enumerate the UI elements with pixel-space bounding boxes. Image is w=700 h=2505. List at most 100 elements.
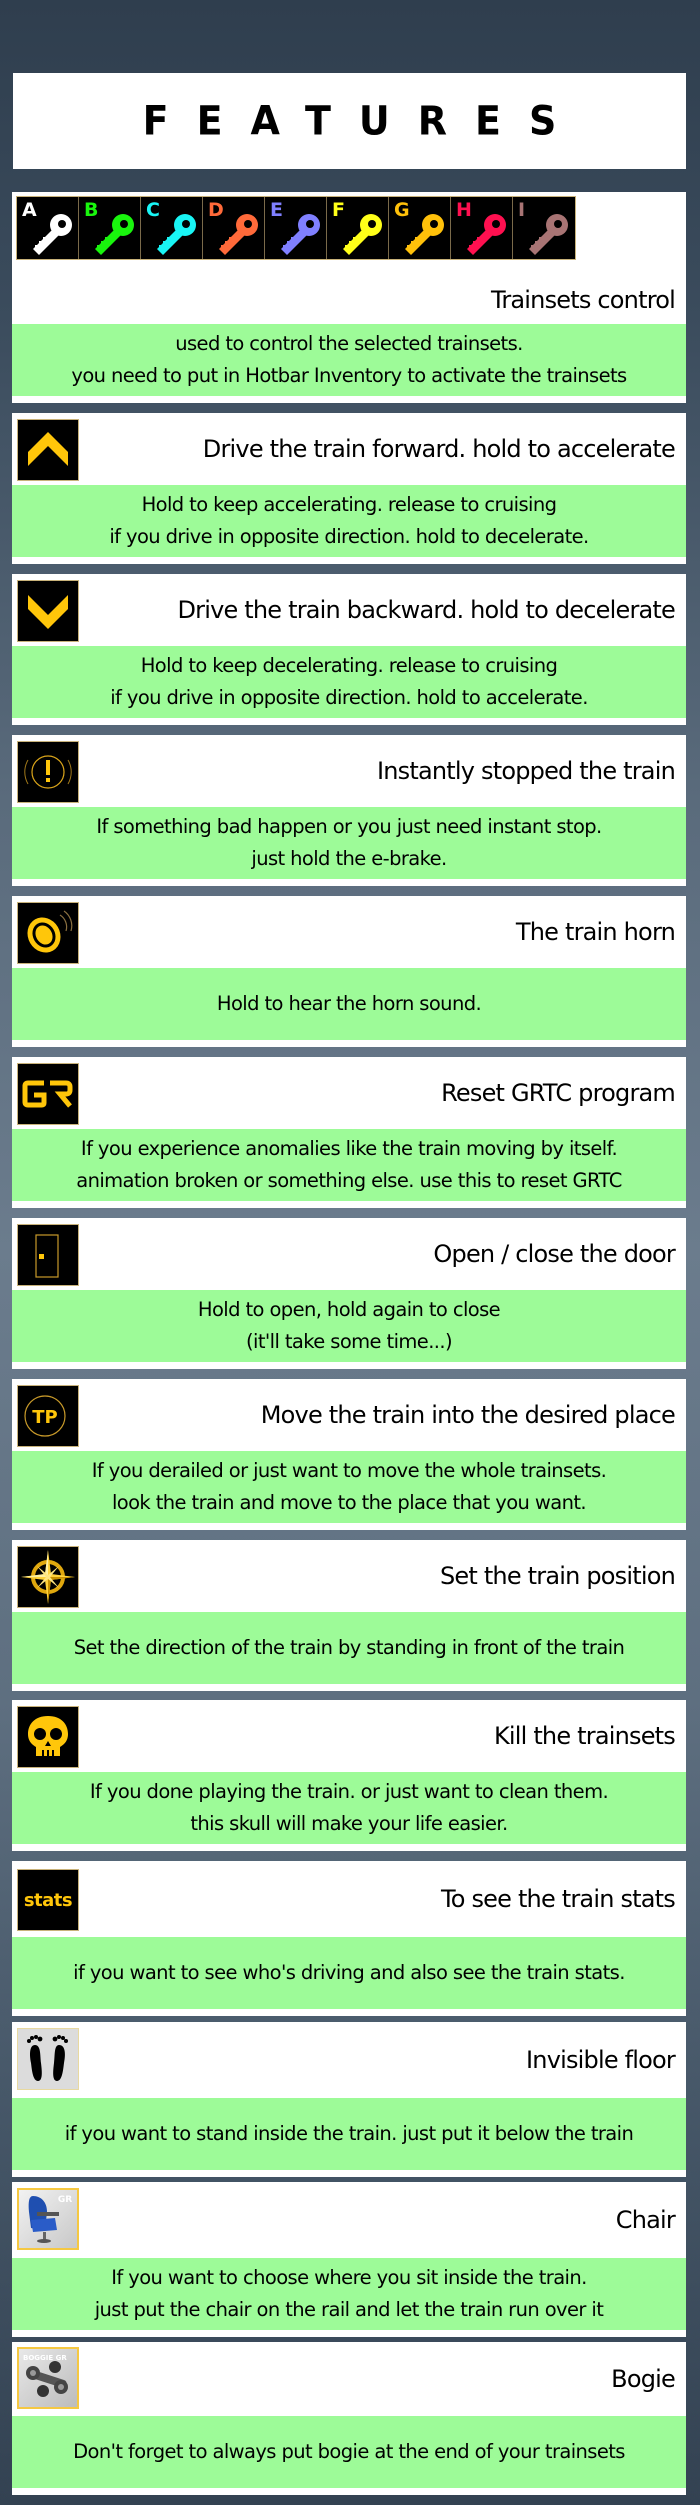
description-line: If something bad happen or you just need… <box>96 815 602 838</box>
feature-description: if you want to stand inside the train. j… <box>12 2098 686 2170</box>
feature-title: Kill the trainsets <box>493 1722 676 1750</box>
footprints-icon <box>17 2028 79 2090</box>
feature-title: Chair <box>615 2206 676 2234</box>
feature-card-trainsets-control: ABCDEFGHI Trainsets control used to cont… <box>12 192 686 403</box>
feature-card-set-position: Set the train position Set the direction… <box>12 1540 686 1691</box>
description-line: if you want to see who's driving and als… <box>73 1961 625 1984</box>
feature-description: If you want to choose where you sit insi… <box>12 2258 686 2330</box>
feature-card-kill-trainsets: Kill the trainsets If you done playing t… <box>12 1700 686 1851</box>
description-line: If you done playing the train. or just w… <box>89 1780 609 1803</box>
feature-card-train-stats: stats To see the train stats if you want… <box>12 1861 686 2016</box>
compass-icon <box>17 1546 79 1608</box>
key-icon-h: H <box>451 197 513 259</box>
feature-card-reset-grtc: Reset GRTC program If you experience ano… <box>12 1057 686 1208</box>
key-icon-i: I <box>513 197 575 259</box>
feature-card-teleport: TP Move the train into the desired place… <box>12 1379 686 1530</box>
feature-description: Don't forget to always put bogie at the … <box>12 2416 686 2488</box>
key-icon <box>529 214 568 255</box>
feature-description: Hold to keep decelerating. release to cr… <box>12 646 686 718</box>
description-line: look the train and move to the place tha… <box>111 1491 587 1514</box>
key-icon <box>281 214 320 255</box>
key-icon-f: F <box>327 197 389 259</box>
feature-description: used to control the selected trainsets. … <box>12 324 686 396</box>
feature-description: Hold to keep accelerating. release to cr… <box>12 485 686 557</box>
teleport-icon: TP <box>17 1385 79 1447</box>
key-icon-b: B <box>79 197 141 259</box>
description-line: Hold to keep accelerating. release to cr… <box>141 493 557 516</box>
key-icon-e: E <box>265 197 327 259</box>
description-line: If you experience anomalies like the tra… <box>80 1137 618 1160</box>
description-line: used to control the selected trainsets. <box>175 332 523 355</box>
feature-card-chair: GR Chair If you want to choose where you… <box>12 2182 686 2337</box>
description-line: Hold to keep decelerating. release to cr… <box>140 654 558 677</box>
description-line: Hold to hear the horn sound. <box>216 992 482 1015</box>
description-line: just hold the e-brake. <box>251 847 447 870</box>
description-line: if you drive in opposite direction. hold… <box>109 525 589 548</box>
feature-card-bogie: BOGGIE GR Bogie Don't forget to always p… <box>12 2342 686 2495</box>
door-icon <box>17 1224 79 1286</box>
feature-description: If you derailed or just want to move the… <box>12 1451 686 1523</box>
feature-title: Trainsets control <box>491 286 676 314</box>
chair-icon: GR <box>17 2188 79 2250</box>
description-line: Hold to open, hold again to close <box>197 1298 501 1321</box>
description-line: (it'll take some time...) <box>246 1330 453 1353</box>
feature-title: Instantly stopped the train <box>376 757 676 785</box>
skull-icon <box>17 1706 79 1768</box>
key-icon <box>33 214 72 255</box>
feature-card-drive-forward: Drive the train forward. hold to acceler… <box>12 413 686 564</box>
bogie-icon: BOGGIE GR <box>17 2347 79 2409</box>
features-header: FEATURES <box>13 73 686 169</box>
colored-keys-icon: ABCDEFGHI <box>16 196 576 260</box>
stats-icon: stats <box>17 1869 79 1931</box>
description-line: just put the chair on the rail and let t… <box>94 2298 604 2321</box>
key-icon-a: A <box>17 197 79 259</box>
feature-title: Drive the train backward. hold to decele… <box>177 596 675 624</box>
svg-text:BOGGIE GR: BOGGIE GR <box>23 2354 67 2362</box>
key-icon <box>95 214 134 255</box>
feature-description: If something bad happen or you just need… <box>12 807 686 879</box>
key-icon <box>157 214 196 255</box>
feature-description: Set the direction of the train by standi… <box>12 1612 686 1684</box>
feature-card-emergency-brake: Instantly stopped the train If something… <box>12 735 686 886</box>
feature-title: To see the train stats <box>440 1885 676 1913</box>
feature-card-drive-backward: Drive the train backward. hold to decele… <box>12 574 686 725</box>
description-line: animation broken or something else. use … <box>76 1169 622 1192</box>
feature-card-door: Open / close the door Hold to open, hold… <box>12 1218 686 1369</box>
description-line: Don't forget to always put bogie at the … <box>73 2440 625 2463</box>
key-icon-d: D <box>203 197 265 259</box>
description-line: this skull will make your life easier. <box>190 1812 508 1835</box>
feature-description: Hold to open, hold again to close (it'll… <box>12 1290 686 1362</box>
feature-card-invisible-floor: Invisible floor if you want to stand ins… <box>12 2022 686 2177</box>
key-icon-c: C <box>141 197 203 259</box>
feature-card-horn: The train horn Hold to hear the horn sou… <box>12 896 686 1047</box>
feature-title: Move the train into the desired place <box>260 1401 676 1429</box>
key-icon <box>219 214 258 255</box>
feature-title: Drive the train forward. hold to acceler… <box>202 435 676 463</box>
svg-text:GR: GR <box>58 2195 72 2205</box>
description-line: if you drive in opposite direction. hold… <box>110 686 588 709</box>
description-line: you need to put in Hotbar Inventory to a… <box>71 364 627 387</box>
feature-title: Open / close the door <box>433 1240 675 1268</box>
svg-text:TP: TP <box>32 1407 57 1428</box>
description-line: if you want to stand inside the train. j… <box>64 2122 634 2145</box>
key-icon <box>343 214 382 255</box>
chevron-up-icon <box>17 419 79 481</box>
feature-title: Invisible floor <box>526 2046 676 2074</box>
description-line: If you derailed or just want to move the… <box>91 1459 607 1482</box>
horn-icon <box>17 902 79 964</box>
key-icon <box>467 214 506 255</box>
feature-description: If you experience anomalies like the tra… <box>12 1129 686 1201</box>
feature-description: Hold to hear the horn sound. <box>12 968 686 1040</box>
page-title: FEATURES <box>142 97 585 145</box>
emergency-brake-icon <box>17 741 79 803</box>
feature-title: The train horn <box>515 918 676 946</box>
description-line: If you want to choose where you sit insi… <box>111 2266 587 2289</box>
gr-reset-icon <box>17 1063 79 1125</box>
feature-description: if you want to see who's driving and als… <box>12 1937 686 2009</box>
key-icon <box>405 214 444 255</box>
feature-description: If you done playing the train. or just w… <box>12 1772 686 1844</box>
description-line: Set the direction of the train by standi… <box>73 1636 625 1659</box>
chevron-down-icon <box>17 580 79 642</box>
feature-title: Set the train position <box>439 1562 676 1590</box>
key-icon-g: G <box>389 197 451 259</box>
